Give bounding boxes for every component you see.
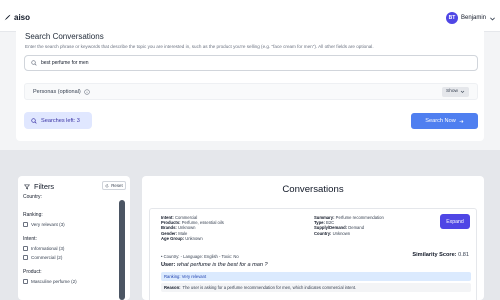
show-button-label: Show — [446, 89, 458, 94]
meta-value: Unknown — [185, 235, 203, 241]
search-icon — [31, 60, 37, 66]
conversation-meta-left: Intent: Commercial Products: Perfume, es… — [161, 215, 224, 241]
conversations-panel: Conversations Intent: Commercial Product… — [142, 176, 484, 300]
meta-key: Age Group: — [161, 235, 185, 241]
filter-option-label: Masculine perfume (2) — [31, 279, 77, 284]
filters-title: Filters — [34, 182, 55, 191]
meta-value: Unknown — [332, 230, 351, 236]
show-personas-button[interactable]: Show — [442, 86, 469, 97]
results-section: Filters Reset Country: Ranking: Very rel… — [0, 150, 500, 300]
info-icon[interactable] — [84, 88, 90, 95]
search-title: Search Conversations — [25, 32, 104, 41]
meta-value: Demand — [348, 225, 365, 231]
filter-option-label: Very relevant (3) — [31, 222, 65, 227]
search-now-button[interactable]: Search Now — [411, 113, 478, 129]
country-filter-heading: Country: — [23, 194, 42, 200]
conversation-card: Intent: Commercial Products: Perfume, es… — [149, 208, 477, 300]
similarity-label: Similarity Score: — [412, 252, 457, 258]
chevron-down-icon — [460, 90, 465, 93]
search-description: Enter the search phrase or keywords that… — [25, 44, 374, 49]
search-input-value: best perfume for men — [41, 60, 89, 66]
reset-filters-button[interactable]: Reset — [102, 181, 126, 190]
meta-value: Perfume recommendation — [335, 215, 384, 220]
checkbox[interactable] — [23, 246, 28, 251]
similarity-value: 0.81 — [458, 252, 469, 258]
filter-option[interactable]: Very relevant (3) — [23, 222, 117, 227]
refresh-icon — [105, 183, 109, 187]
filter-option-label: Commercial (2) — [31, 255, 63, 260]
filter-option-label: Informational (3) — [31, 246, 65, 251]
filters-panel: Filters Reset Country: Ranking: Very rel… — [18, 176, 130, 300]
personas-row: Personas (optional) Show — [24, 83, 478, 100]
similarity-score: Similarity Score: 0.81 — [412, 252, 469, 258]
product-filter-heading: Product: — [23, 269, 42, 275]
expand-button[interactable]: Expand — [440, 214, 470, 229]
user-name: Benjamin — [460, 15, 486, 21]
chevron-down-icon — [490, 17, 495, 20]
filters-header: Filters — [24, 182, 54, 191]
user-question: User: what perfume is the best for a man… — [161, 262, 268, 268]
reset-label: Reset — [111, 183, 123, 188]
context-line: • Country: - Language: English - Toxic: … — [161, 254, 239, 259]
reason-row: Reason: The user is asking for a perfume… — [161, 283, 471, 292]
search-icon — [31, 117, 37, 124]
rocket-icon — [4, 14, 11, 21]
conversation-meta-right: Summary: Perfume recommendation Type: B2… — [314, 215, 384, 236]
filter-list: Country: Ranking: Very relevant (3) Inte… — [23, 194, 117, 288]
checkbox[interactable] — [23, 255, 28, 260]
reason-text: The user is asking for a perfume recomme… — [182, 285, 357, 290]
filter-option[interactable]: Commercial (2) — [23, 255, 117, 260]
filter-icon — [24, 184, 30, 190]
avatar: BT — [445, 12, 458, 24]
search-input[interactable]: best perfume for men — [24, 55, 478, 71]
checkbox[interactable] — [23, 222, 28, 227]
checkbox[interactable] — [23, 279, 28, 284]
filter-option[interactable]: Informational (3) — [23, 246, 117, 251]
search-panel: Search Conversations Enter the search ph… — [16, 26, 484, 141]
user-question-text: what perfume is the best for a man ? — [176, 262, 268, 268]
ranking-badge: Ranking: Very relevant — [161, 272, 471, 281]
scrollbar-thumb[interactable] — [119, 200, 125, 300]
user-menu[interactable]: BT Benjamin — [445, 12, 496, 24]
reason-label: Reason: — [164, 285, 181, 290]
searches-left-label: Searches left: 3 — [41, 117, 80, 124]
logo-text: aiso — [14, 13, 31, 22]
app-logo[interactable]: aiso — [4, 13, 30, 22]
conversations-title: Conversations — [282, 184, 344, 195]
searches-left-badge: Searches left: 3 — [24, 112, 92, 129]
intent-filter-heading: Intent: — [23, 236, 37, 242]
user-label: User: — [161, 262, 176, 268]
personas-label: Personas (optional) — [33, 88, 81, 95]
search-now-label: Search Now — [425, 118, 456, 124]
meta-key: Country: — [314, 230, 332, 236]
ranking-filter-heading: Ranking: — [23, 212, 43, 218]
meta-row: Country: Unknown — [314, 231, 384, 236]
filters-scrollbar[interactable] — [119, 200, 125, 300]
arrow-right-icon — [459, 119, 464, 123]
meta-row: Age Group: Unknown — [161, 236, 224, 241]
filter-option[interactable]: Masculine perfume (2) — [23, 279, 117, 284]
